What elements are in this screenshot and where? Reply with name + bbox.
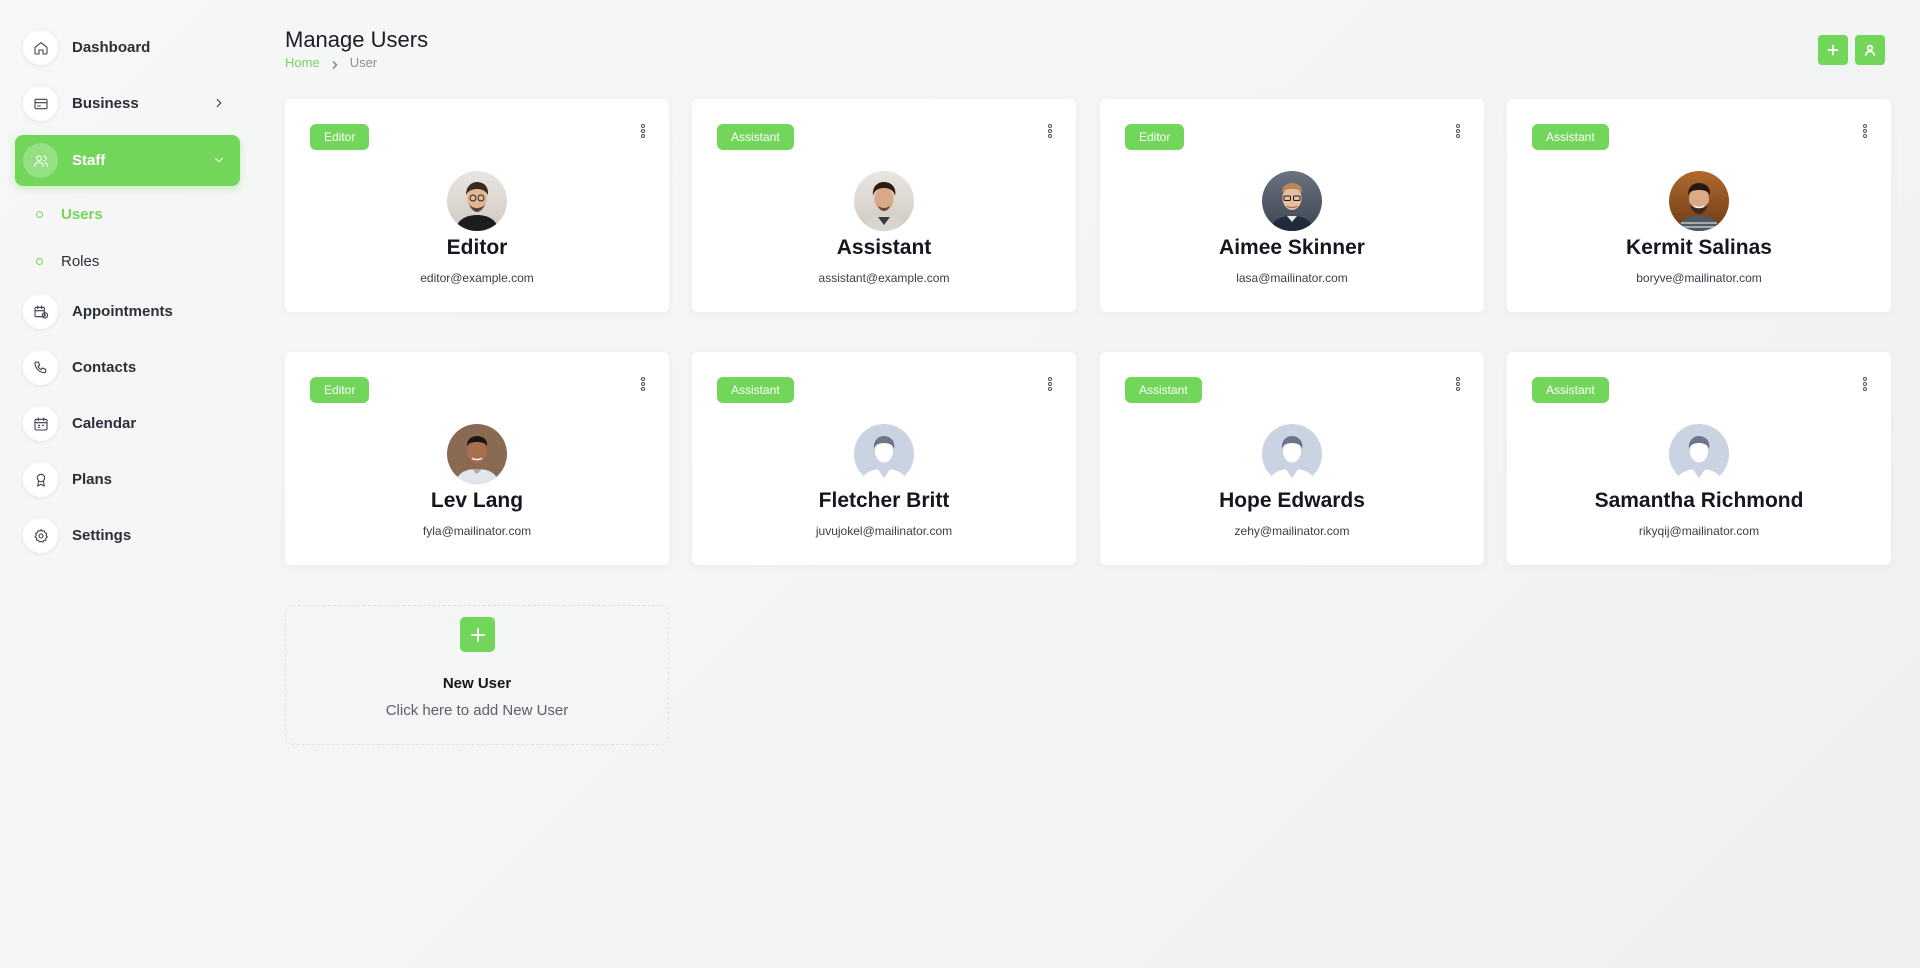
user-name: Lev Lang: [430, 489, 524, 512]
sidebar-item-label: Staff: [72, 152, 106, 169]
role-badge: Assistant: [1532, 124, 1609, 150]
gear-icon: [23, 518, 58, 553]
user-name: Aimee Skinner: [1219, 236, 1365, 259]
new-user-title: New User: [442, 675, 512, 692]
phone-icon: [23, 350, 58, 385]
plus-icon: [1827, 44, 1839, 56]
avatar: [1262, 171, 1322, 231]
award-icon: [23, 462, 58, 497]
more-options-icon[interactable]: [1862, 121, 1868, 141]
breadcrumb: Home User: [285, 55, 377, 70]
role-badge: Assistant: [1532, 377, 1609, 403]
sidebar-item-label: Settings: [72, 527, 132, 544]
avatar: [854, 171, 914, 231]
sidebar: Dashboard Business Staff Users Roles App…: [0, 0, 252, 968]
avatar: [447, 171, 507, 231]
user-card: Editor Editor editor@example.com: [285, 99, 669, 312]
avatar-placeholder: [854, 424, 914, 484]
sidebar-item-dashboard[interactable]: Dashboard: [15, 22, 240, 73]
user-email: boryve@mailinator.com: [1636, 271, 1762, 285]
chevron-right-icon: [212, 96, 226, 110]
sidebar-subitem-label: Roles: [61, 252, 100, 270]
role-badge: Editor: [1125, 124, 1185, 150]
more-options-icon[interactable]: [1047, 121, 1053, 141]
user-profile-button[interactable]: [1855, 35, 1885, 65]
chevron-right-icon: [330, 58, 340, 69]
sidebar-item-calendar[interactable]: Calendar: [15, 398, 240, 449]
more-options-icon[interactable]: [1455, 374, 1461, 394]
chevron-down-icon: [212, 153, 226, 167]
add-user-button[interactable]: [1818, 35, 1848, 65]
more-options-icon[interactable]: [640, 374, 646, 394]
home-icon: [23, 30, 58, 65]
user-name: Samantha Richmond: [1594, 489, 1804, 512]
sidebar-item-label: Calendar: [72, 415, 137, 432]
sidebar-item-contacts[interactable]: Contacts: [15, 342, 240, 393]
sidebar-item-label: Plans: [72, 471, 113, 488]
role-badge: Assistant: [717, 124, 794, 150]
calendar-clock-icon: [23, 294, 58, 329]
user-card: Editor Lev Lang fyla@mailinator.com: [285, 352, 669, 565]
user-icon: [1864, 44, 1876, 56]
more-options-icon[interactable]: [1047, 374, 1053, 394]
add-user-button[interactable]: [460, 617, 495, 652]
sidebar-item-label: Dashboard: [72, 39, 151, 56]
sidebar-item-staff[interactable]: Staff: [15, 135, 240, 186]
user-name: Hope Edwards: [1219, 489, 1365, 512]
wallet-icon: [23, 86, 58, 121]
user-email: rikyqij@mailinator.com: [1638, 524, 1760, 538]
avatar-placeholder: [1262, 424, 1322, 484]
new-user-subtitle: Click here to add New User: [385, 702, 569, 719]
role-badge: Assistant: [1125, 377, 1202, 403]
sidebar-item-plans[interactable]: Plans: [15, 454, 240, 505]
user-email: zehy@mailinator.com: [1234, 524, 1350, 538]
page-title: Manage Users: [285, 27, 429, 52]
user-card: Assistant Kermit Salinas boryve@mailinat…: [1507, 99, 1891, 312]
user-card: Editor Aimee Skinner lasa@mailinator.com: [1100, 99, 1484, 312]
role-badge: Assistant: [717, 377, 794, 403]
user-card: Assistant Samantha Richmond rikyqij@mail…: [1507, 352, 1891, 565]
user-email: assistant@example.com: [818, 271, 950, 285]
sidebar-item-label: Contacts: [72, 359, 137, 376]
avatar: [447, 424, 507, 484]
sidebar-subitem-users[interactable]: Users: [36, 202, 103, 226]
user-card: Assistant Hope Edwards zehy@mailinator.c…: [1100, 352, 1484, 565]
role-badge: Editor: [310, 124, 370, 150]
breadcrumb-home-link[interactable]: Home: [285, 55, 320, 70]
avatar-placeholder: [1669, 424, 1729, 484]
user-card: Assistant Assistant assistant@example.co…: [692, 99, 1076, 312]
users-icon: [23, 143, 58, 178]
calendar-icon: [23, 406, 58, 441]
sidebar-item-business[interactable]: Business: [15, 78, 240, 129]
user-email: fyla@mailinator.com: [422, 524, 532, 538]
more-options-icon[interactable]: [1455, 121, 1461, 141]
user-email: juvujokel@mailinator.com: [815, 524, 953, 538]
more-options-icon[interactable]: [640, 121, 646, 141]
user-name: Fletcher Britt: [818, 489, 950, 512]
sidebar-item-label: Business: [72, 95, 139, 112]
bullet-icon: [36, 257, 43, 265]
sidebar-item-settings[interactable]: Settings: [15, 510, 240, 561]
new-user-card[interactable]: New User Click here to add New User: [285, 605, 669, 745]
user-email: lasa@mailinator.com: [1236, 271, 1348, 285]
sidebar-item-appointments[interactable]: Appointments: [15, 286, 240, 337]
plus-icon: [470, 627, 485, 642]
bullet-icon: [36, 210, 43, 218]
avatar: [1669, 171, 1729, 231]
user-email: editor@example.com: [420, 271, 534, 285]
role-badge: Editor: [310, 377, 370, 403]
more-options-icon[interactable]: [1862, 374, 1868, 394]
sidebar-subitem-label: Users: [61, 205, 103, 223]
sidebar-subitem-roles[interactable]: Roles: [36, 249, 99, 273]
user-name: Editor: [446, 236, 508, 259]
breadcrumb-current: User: [349, 55, 378, 70]
sidebar-item-label: Appointments: [72, 303, 173, 320]
user-name: Assistant: [836, 236, 932, 259]
user-name: Kermit Salinas: [1626, 236, 1772, 259]
user-card: Assistant Fletcher Britt juvujokel@maili…: [692, 352, 1076, 565]
